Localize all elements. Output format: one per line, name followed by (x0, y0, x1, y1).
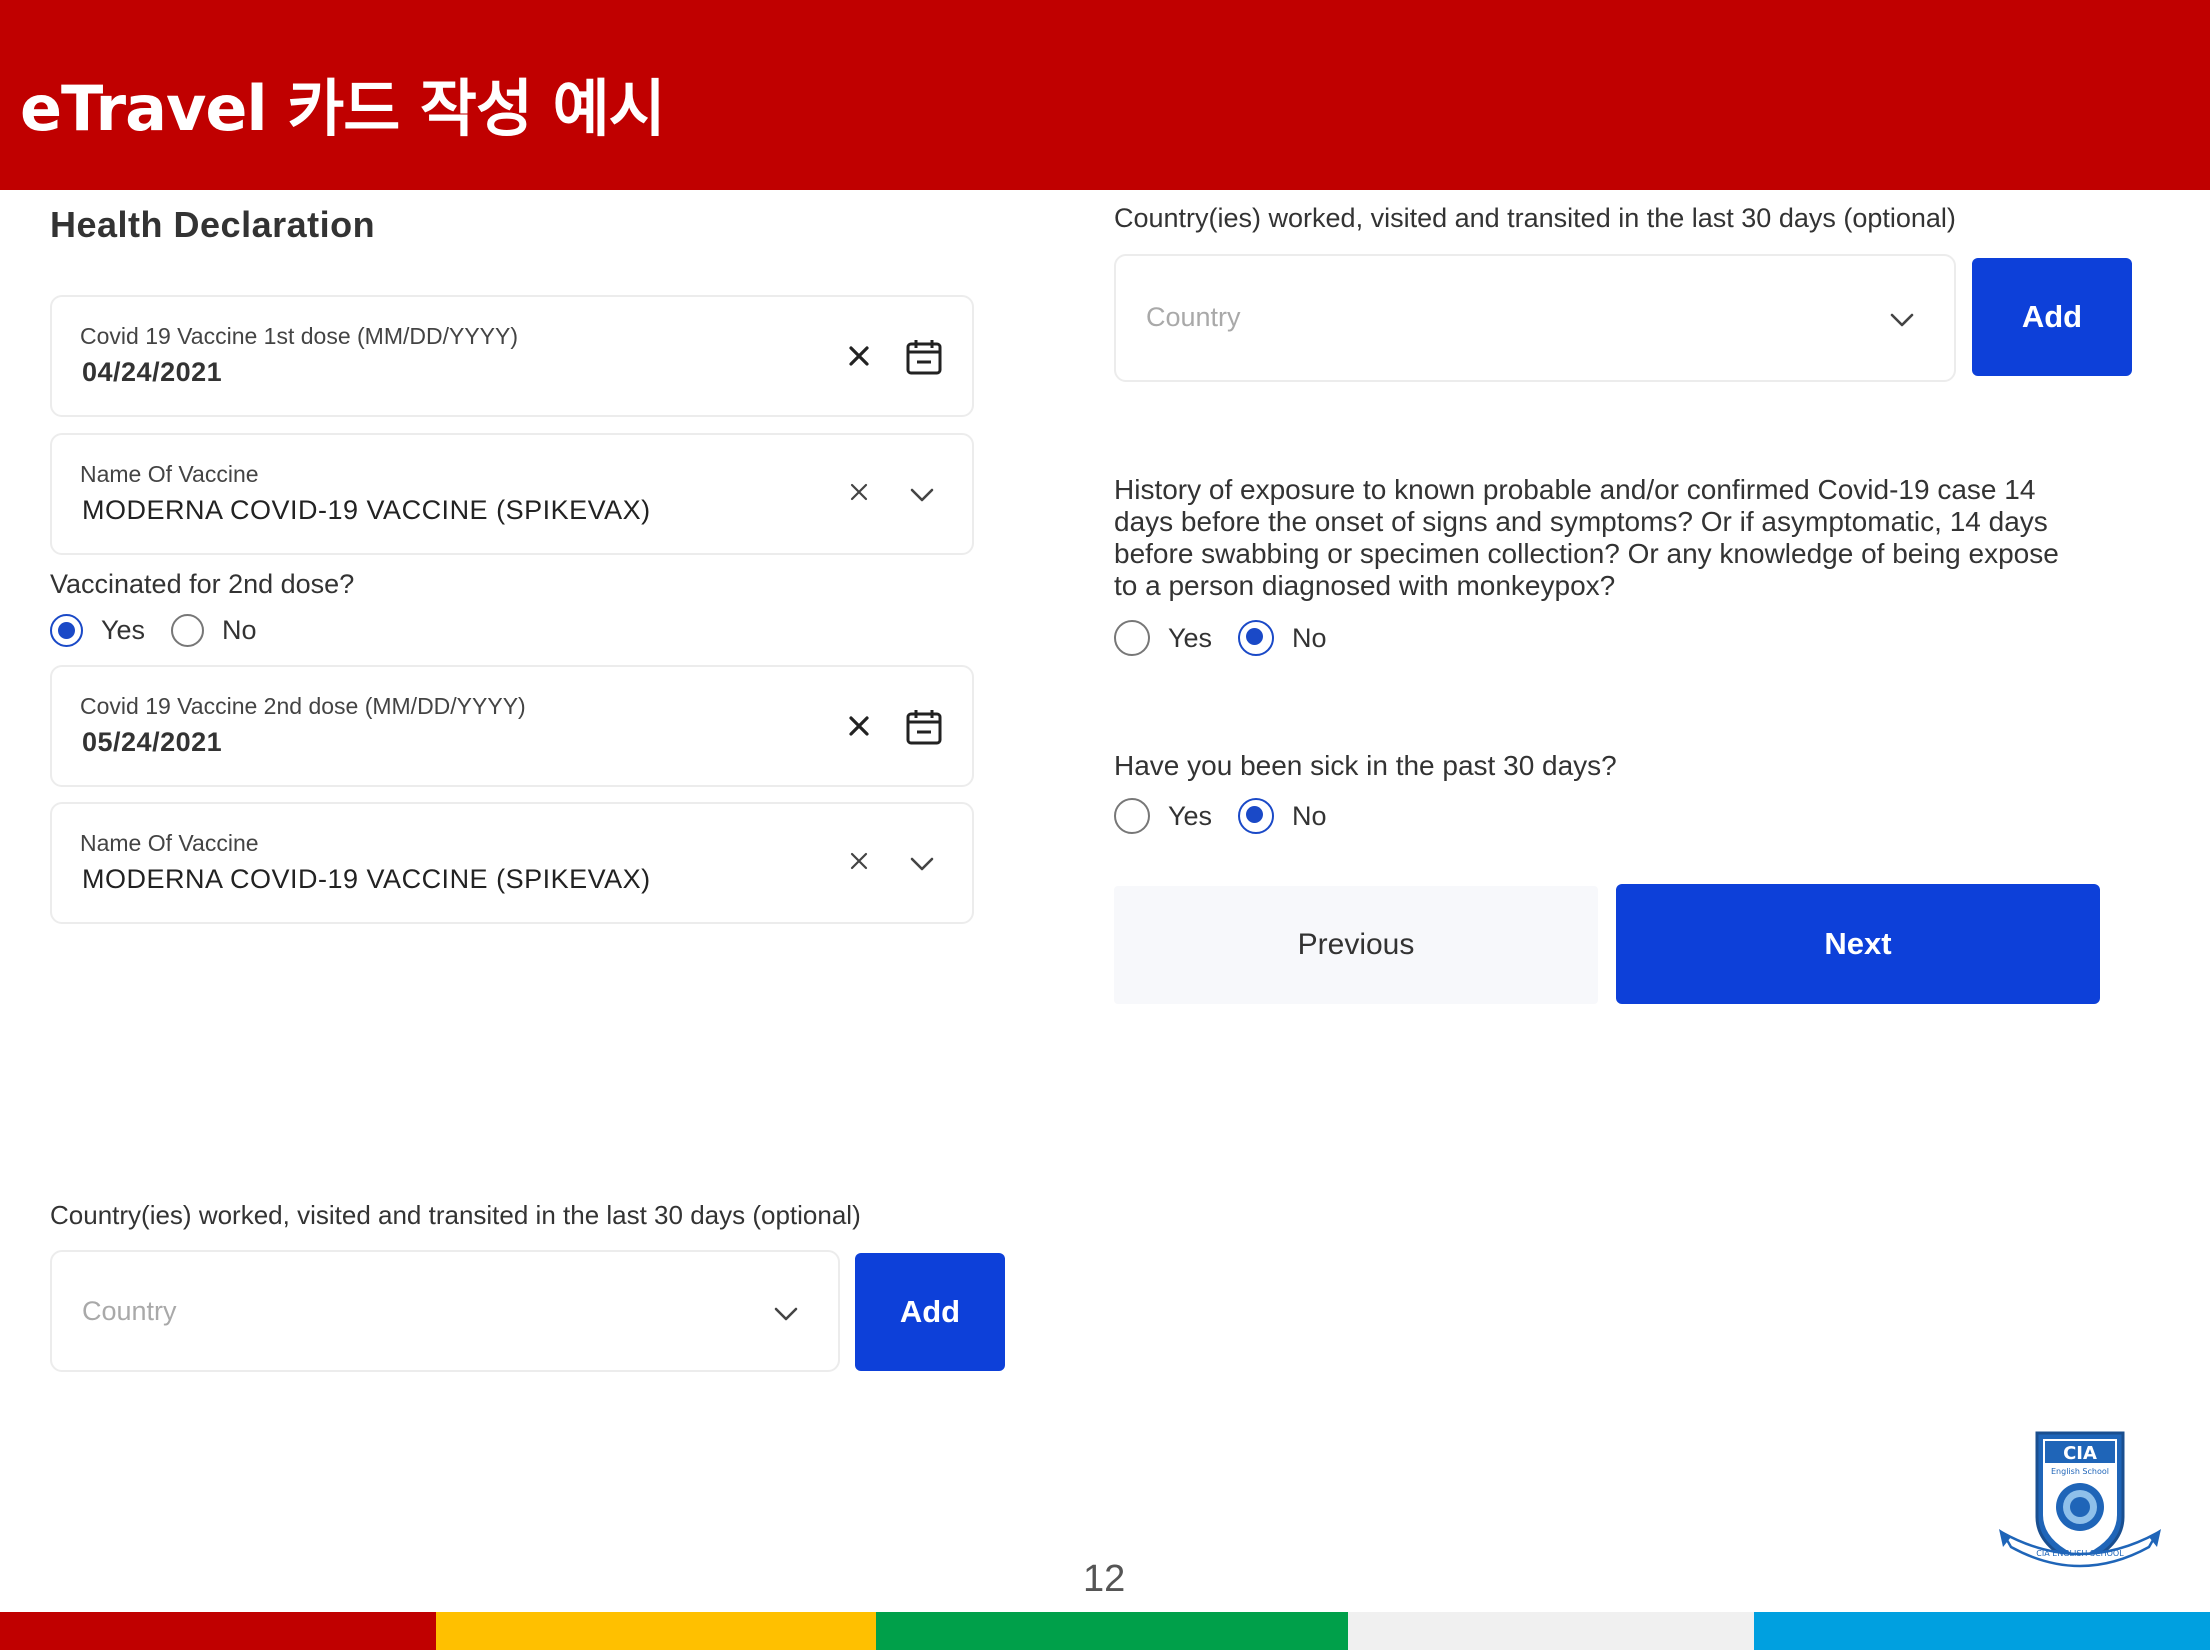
footer-segment-gray (1348, 1612, 1754, 1650)
exposure-question-line: days before the onset of signs and sympt… (1114, 506, 2048, 537)
field-label: Name Of Vaccine (80, 461, 259, 487)
chevron-down-icon[interactable] (908, 854, 936, 874)
radio-no[interactable] (171, 614, 205, 647)
sick-question: Have you been sick in the past 30 days? (1114, 750, 1617, 781)
clear-icon[interactable] (844, 341, 874, 371)
radio-yes[interactable] (1114, 798, 1150, 834)
footer-segment-red (0, 1612, 436, 1650)
school-logo: CIA English School CIA ENGLISH SCHOOL (1999, 1431, 2161, 1568)
second-dose-date-field[interactable]: Covid 19 Vaccine 2nd dose (MM/DD/YYYY) 0… (50, 665, 974, 787)
logo-text: CIA (2063, 1443, 2097, 1464)
countries-question: Country(ies) worked, visited and transit… (50, 1200, 861, 1230)
field-label: Covid 19 Vaccine 1st dose (MM/DD/YYYY) (80, 323, 519, 349)
logo-ribbon-text: CIA ENGLISH SCHOOL (2036, 1549, 2124, 1558)
chevron-down-icon (774, 1307, 798, 1321)
footer-segment-yellow (436, 1612, 876, 1650)
radio-yes-label: Yes (1168, 622, 1213, 653)
clear-icon[interactable] (844, 477, 874, 507)
radio-no[interactable] (1238, 620, 1275, 656)
country-select[interactable]: Country (1114, 254, 1956, 382)
exposure-question: History of exposure to known probable an… (1114, 474, 2059, 602)
page-number: 12 (1083, 1558, 1126, 1600)
field-label: Name Of Vaccine (80, 830, 259, 856)
clear-icon[interactable] (844, 711, 874, 741)
section-title: Health Declaration (50, 204, 376, 245)
exposure-question-line: before swabbing or specimen collection? … (1114, 538, 2059, 569)
second-vaccine-name-select[interactable]: Name Of Vaccine MODERNA COVID-19 VACCINE… (50, 802, 974, 924)
radio-no-label: No (1292, 622, 1327, 653)
exposure-question-line: to a person diagnosed with monkeypox? (1114, 570, 1616, 601)
first-vaccine-name-select[interactable]: Name Of Vaccine MODERNA COVID-19 VACCINE… (50, 433, 974, 555)
radio-no-label: No (1292, 800, 1327, 831)
countries-question: Country(ies) worked, visited and transit… (1114, 203, 1956, 233)
next-button[interactable]: Next (1616, 884, 2100, 1004)
country-select[interactable]: Country (50, 1250, 840, 1372)
country-placeholder: Country (1146, 302, 1241, 332)
calendar-icon[interactable] (904, 707, 944, 747)
clear-icon[interactable] (844, 846, 874, 876)
field-value: 04/24/2021 (82, 357, 223, 387)
add-country-button[interactable]: Add (1972, 258, 2132, 376)
radio-no[interactable] (1238, 798, 1275, 834)
add-country-button[interactable]: Add (855, 1253, 1005, 1371)
header-banner: eTravel 카드 작성 예시 (0, 0, 2210, 190)
exposure-question-line: History of exposure to known probable an… (1114, 474, 2036, 505)
country-placeholder: Country (82, 1296, 177, 1326)
radio-yes-label: Yes (101, 615, 146, 645)
calendar-icon[interactable] (904, 337, 944, 377)
previous-button[interactable]: Previous (1114, 886, 1598, 1004)
second-dose-question: Vaccinated for 2nd dose? (50, 569, 355, 599)
page-title: eTravel 카드 작성 예시 (20, 72, 666, 145)
logo-subtext: English School (2051, 1467, 2109, 1476)
exposure-radio-group: Yes No (1114, 620, 1353, 656)
footer-segment-green (876, 1612, 1348, 1650)
radio-yes-label: Yes (1168, 800, 1213, 831)
field-value: MODERNA COVID-19 VACCINE (SPIKEVAX) (82, 864, 651, 894)
radio-yes[interactable] (1114, 620, 1150, 656)
sick-radio-group: Yes No (1114, 798, 1353, 834)
field-value: MODERNA COVID-19 VACCINE (SPIKEVAX) (82, 495, 651, 525)
field-label: Covid 19 Vaccine 2nd dose (MM/DD/YYYY) (80, 693, 526, 719)
first-dose-date-field[interactable]: Covid 19 Vaccine 1st dose (MM/DD/YYYY) 0… (50, 295, 974, 417)
chevron-down-icon (1890, 313, 1914, 327)
radio-yes[interactable] (50, 614, 83, 647)
chevron-down-icon[interactable] (908, 485, 936, 505)
second-dose-radio-group: Yes No (50, 614, 283, 647)
field-value: 05/24/2021 (82, 727, 223, 757)
footer-segment-blue (1754, 1612, 2210, 1650)
footer-color-bar (0, 1612, 2210, 1650)
radio-no-label: No (222, 615, 257, 645)
